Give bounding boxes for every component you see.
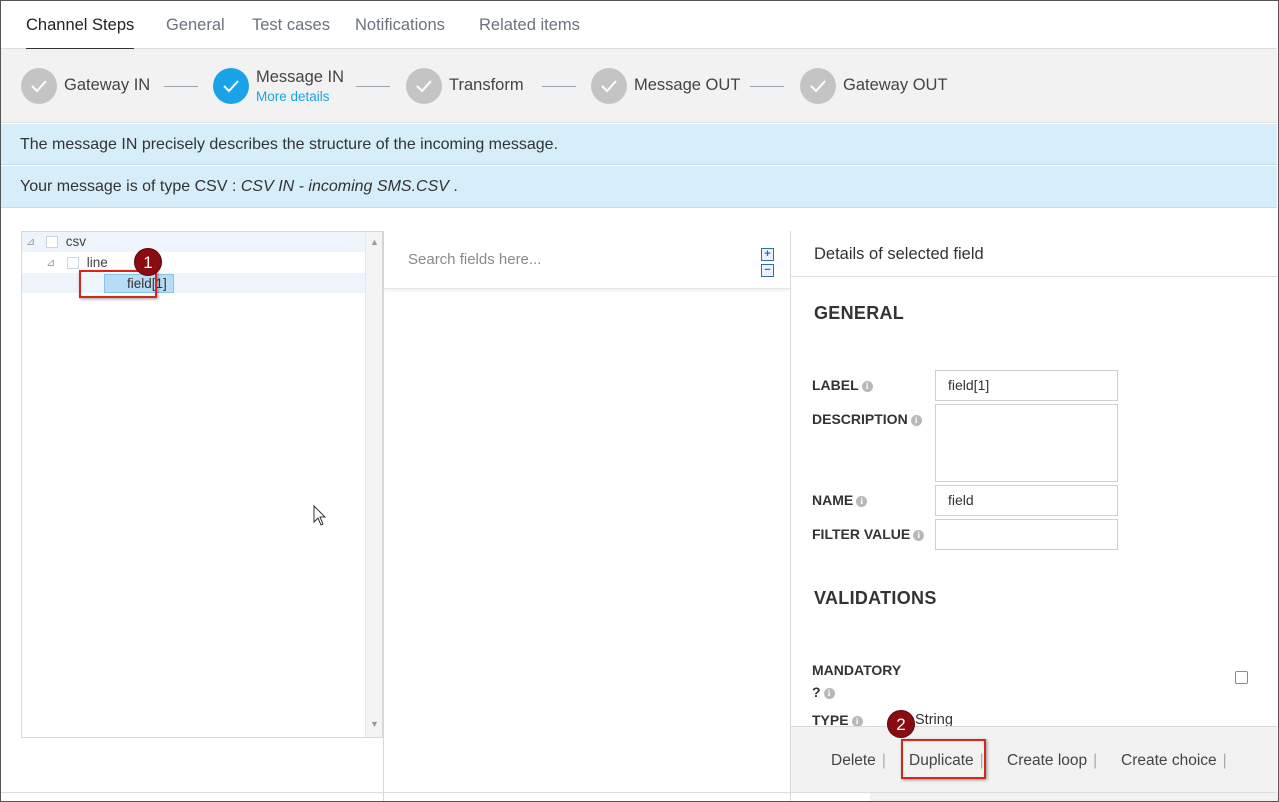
step-connector xyxy=(356,86,390,87)
more-details-link[interactable]: More details xyxy=(256,89,330,104)
step-connector xyxy=(542,86,576,87)
details-header: Details of selected field xyxy=(791,231,1278,277)
tab-general[interactable]: General xyxy=(166,1,225,49)
create-choice-button[interactable]: Create choice | xyxy=(1121,752,1227,770)
step-badge-1: 1 xyxy=(134,248,162,276)
tree-row-highlight xyxy=(22,273,366,293)
filter-value-input[interactable] xyxy=(935,519,1118,550)
button-label: Create choice xyxy=(1121,752,1217,769)
details-panel: Details of selected field GENERAL LABEL i… xyxy=(790,231,1278,802)
general-section-title: GENERAL xyxy=(814,303,905,323)
tree-scrollbar[interactable]: ▲ ▼ xyxy=(365,232,382,737)
label-text: FILTER VALUE xyxy=(812,526,911,542)
label-text: ? xyxy=(812,684,821,700)
tree-node-line[interactable]: ⊿ line xyxy=(22,253,366,273)
collapse-all-icon[interactable]: − xyxy=(761,264,774,277)
label-field-label: LABEL i xyxy=(812,377,873,393)
description-field-label: DESCRIPTION i xyxy=(812,411,922,427)
tree-checkbox[interactable] xyxy=(46,236,58,249)
info-icon[interactable]: i xyxy=(856,496,868,507)
validations-section-title: VALIDATIONS xyxy=(814,588,937,608)
step-label: Transform xyxy=(449,76,524,94)
fields-search-panel: + − xyxy=(383,231,790,802)
delete-button[interactable]: Delete | xyxy=(831,752,886,770)
check-icon xyxy=(406,68,442,104)
label-text: DESCRIPTION xyxy=(812,411,908,427)
description-textarea[interactable] xyxy=(935,404,1118,482)
button-label: Delete xyxy=(831,752,876,769)
action-footer: Delete | Duplicate | Create loop | Create c… xyxy=(791,726,1277,792)
banner-text: The message IN precisely describes the s… xyxy=(20,136,559,153)
banner-type-value: CSV IN - incoming SMS.CSV xyxy=(240,178,449,195)
tree-node-label: csv xyxy=(65,234,87,249)
tab-notifications[interactable]: Notifications xyxy=(355,1,445,49)
mandatory-field-label: MANDATORY xyxy=(812,662,902,678)
tab-bar: Channel Steps General Test cases Notific… xyxy=(1,1,1277,50)
info-icon[interactable]: i xyxy=(910,415,922,426)
separator: | xyxy=(1093,752,1098,769)
scroll-up-icon[interactable]: ▲ xyxy=(370,237,379,247)
label-input[interactable]: field[1] xyxy=(935,370,1118,401)
tree-node-csv[interactable]: ⊿ csv xyxy=(22,232,366,252)
check-icon xyxy=(800,68,836,104)
highlight-box-duplicate xyxy=(901,739,986,779)
filter-value-field-label: FILTER VALUE i xyxy=(812,526,925,542)
info-banner-description: The message IN precisely describes the s… xyxy=(1,124,1277,165)
separator: | xyxy=(1222,752,1227,769)
message-tree: ⊿ csv ⊿ line field[1] ▲ ▼ xyxy=(21,231,383,738)
name-input[interactable]: field xyxy=(935,485,1118,516)
separator: | xyxy=(881,752,886,769)
tree-toggle-icon[interactable]: ⊿ xyxy=(46,253,55,273)
check-icon xyxy=(21,68,57,104)
mandatory-checkbox[interactable] xyxy=(1235,671,1248,684)
step-connector xyxy=(164,86,198,87)
label-text: NAME xyxy=(812,492,854,508)
step-label: Message OUT xyxy=(634,76,741,94)
tab-test-cases[interactable]: Test cases xyxy=(252,1,330,49)
mandatory-field-label-cont: ? i xyxy=(812,684,835,700)
info-icon[interactable]: i xyxy=(861,381,873,392)
expand-all-icon[interactable]: + xyxy=(761,248,774,261)
info-banner-type: Your message is of type CSV : CSV IN - i… xyxy=(1,166,1277,208)
search-bar: + − xyxy=(384,231,790,289)
tab-channel-steps[interactable]: Channel Steps xyxy=(26,1,135,50)
bottom-strip xyxy=(870,793,1278,802)
tab-related-items[interactable]: Related items xyxy=(479,1,580,49)
tree-checkbox[interactable] xyxy=(67,257,79,270)
info-icon[interactable]: i xyxy=(913,530,925,541)
tree-toggle-icon[interactable]: ⊿ xyxy=(26,232,35,252)
step-badge-2: 2 xyxy=(887,710,915,738)
label-text: LABEL xyxy=(812,377,859,393)
check-icon xyxy=(591,68,627,104)
create-loop-button[interactable]: Create loop | xyxy=(1007,752,1097,770)
check-icon xyxy=(213,68,249,104)
banner-type-prefix: Your message is of type CSV : xyxy=(20,178,241,195)
step-connector xyxy=(750,86,784,87)
mouse-cursor-icon xyxy=(313,505,327,526)
banner-type-suffix: . xyxy=(448,178,458,195)
channel-stepper: Gateway IN Message IN More details Trans… xyxy=(1,49,1277,123)
scroll-down-icon[interactable]: ▼ xyxy=(370,719,379,729)
step-label: Message IN xyxy=(256,68,345,86)
button-label: Create loop xyxy=(1007,752,1088,769)
tree-node-label: line xyxy=(86,255,108,270)
info-icon[interactable]: i xyxy=(823,688,835,699)
step-label: Gateway OUT xyxy=(843,76,948,94)
step-label: Gateway IN xyxy=(64,76,151,94)
search-fields-input[interactable] xyxy=(384,231,754,288)
name-field-label: NAME i xyxy=(812,492,868,508)
